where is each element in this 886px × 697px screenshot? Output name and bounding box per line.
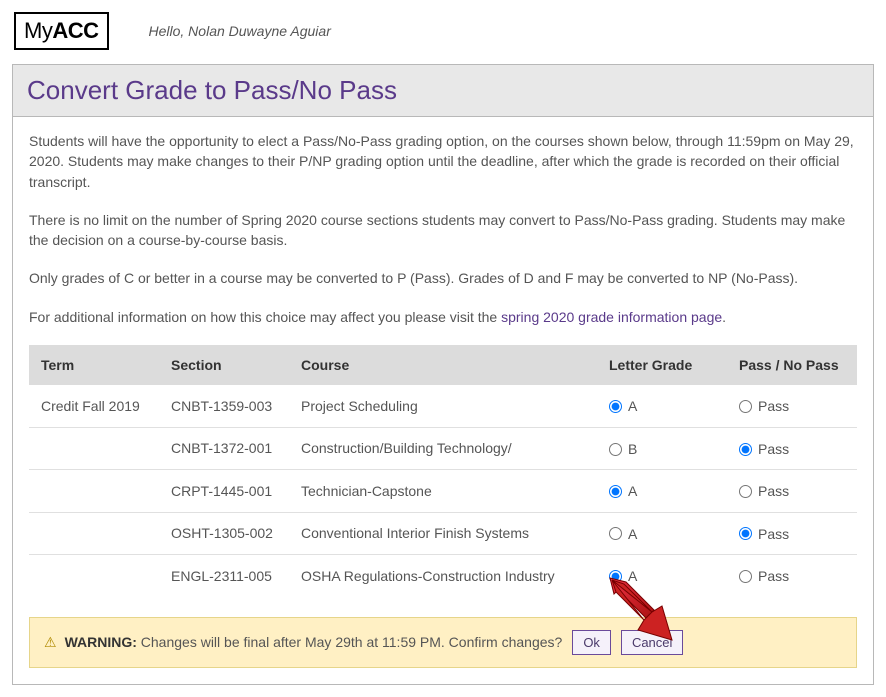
letter-grade-label: A [628, 483, 637, 499]
cell-section: CNBT-1359-003 [159, 385, 289, 427]
cell-section: ENGL-2311-005 [159, 555, 289, 597]
table-row: OSHT-1305-002Conventional Interior Finis… [29, 512, 857, 554]
intro-paragraph-3: Only grades of C or better in a course m… [29, 268, 857, 288]
cell-course: Project Scheduling [289, 385, 597, 427]
cell-pnp: Pass [727, 385, 857, 427]
cancel-button[interactable]: Cancel [621, 630, 683, 655]
letter-grade-label: A [628, 399, 637, 415]
grades-table: Term Section Course Letter Grade Pass / … [29, 345, 857, 596]
pnp-label: Pass [758, 568, 789, 584]
col-header-course: Course [289, 345, 597, 385]
letter-grade-radio[interactable] [609, 400, 622, 413]
letter-grade-radio[interactable] [609, 570, 622, 583]
letter-grade-label: A [628, 568, 637, 584]
cell-letter-grade: A [597, 470, 727, 512]
cell-term [29, 470, 159, 512]
cell-course: Conventional Interior Finish Systems [289, 512, 597, 554]
cell-letter-grade: A [597, 385, 727, 427]
pnp-label: Pass [758, 399, 789, 415]
logo-prefix: My [24, 18, 52, 43]
panel-body: Students will have the opportunity to el… [13, 117, 873, 684]
intro-paragraph-2: There is no limit on the number of Sprin… [29, 210, 857, 251]
letter-grade-label: B [628, 441, 637, 457]
intro-paragraph-1: Students will have the opportunity to el… [29, 131, 857, 192]
page-title: Convert Grade to Pass/No Pass [13, 65, 873, 117]
cell-term [29, 427, 159, 469]
warning-bar: ⚠ WARNING: Changes will be final after M… [29, 617, 857, 668]
col-header-section: Section [159, 345, 289, 385]
pnp-radio[interactable] [739, 570, 752, 583]
cell-pnp: Pass [727, 470, 857, 512]
intro-p4-prefix: For additional information on how this c… [29, 309, 501, 325]
main-panel: Convert Grade to Pass/No Pass Students w… [12, 64, 874, 685]
grade-info-link[interactable]: spring 2020 grade information page [501, 309, 722, 325]
cell-term [29, 555, 159, 597]
col-header-term: Term [29, 345, 159, 385]
intro-p4-suffix: . [722, 309, 726, 325]
warning-icon: ⚠ [44, 632, 57, 652]
col-header-pnp: Pass / No Pass [727, 345, 857, 385]
ok-button[interactable]: Ok [572, 630, 611, 655]
table-row: CRPT-1445-001Technician-Capstone A Pass [29, 470, 857, 512]
letter-grade-radio[interactable] [609, 527, 622, 540]
cell-course: Technician-Capstone [289, 470, 597, 512]
table-row: CNBT-1372-001Construction/Building Techn… [29, 427, 857, 469]
cell-section: CRPT-1445-001 [159, 470, 289, 512]
cell-letter-grade: A [597, 555, 727, 597]
table-row: ENGL-2311-005OSHA Regulations-Constructi… [29, 555, 857, 597]
top-bar: MyACC Hello, Nolan Duwayne Aguiar [12, 12, 874, 50]
cell-letter-grade: A [597, 512, 727, 554]
cell-term [29, 512, 159, 554]
pnp-label: Pass [758, 441, 789, 457]
warning-label: WARNING: [65, 634, 137, 650]
letter-grade-label: A [628, 526, 637, 542]
cell-section: CNBT-1372-001 [159, 427, 289, 469]
cell-course: OSHA Regulations-Construction Industry [289, 555, 597, 597]
cell-course: Construction/Building Technology/ [289, 427, 597, 469]
logo-bold: ACC [52, 18, 98, 43]
table-row: Credit Fall 2019CNBT-1359-003Project Sch… [29, 385, 857, 427]
pnp-radio[interactable] [739, 527, 752, 540]
intro-paragraph-4: For additional information on how this c… [29, 307, 857, 327]
greeting-text: Hello, Nolan Duwayne Aguiar [149, 23, 331, 39]
col-header-letter: Letter Grade [597, 345, 727, 385]
warning-text: Changes will be final after May 29th at … [141, 634, 563, 650]
cell-pnp: Pass [727, 427, 857, 469]
logo: MyACC [14, 12, 109, 50]
cell-section: OSHT-1305-002 [159, 512, 289, 554]
letter-grade-radio[interactable] [609, 443, 622, 456]
pnp-radio[interactable] [739, 400, 752, 413]
pnp-label: Pass [758, 526, 789, 542]
pnp-radio[interactable] [739, 443, 752, 456]
cell-pnp: Pass [727, 555, 857, 597]
cell-term: Credit Fall 2019 [29, 385, 159, 427]
pnp-label: Pass [758, 483, 789, 499]
cell-pnp: Pass [727, 512, 857, 554]
pnp-radio[interactable] [739, 485, 752, 498]
letter-grade-radio[interactable] [609, 485, 622, 498]
cell-letter-grade: B [597, 427, 727, 469]
